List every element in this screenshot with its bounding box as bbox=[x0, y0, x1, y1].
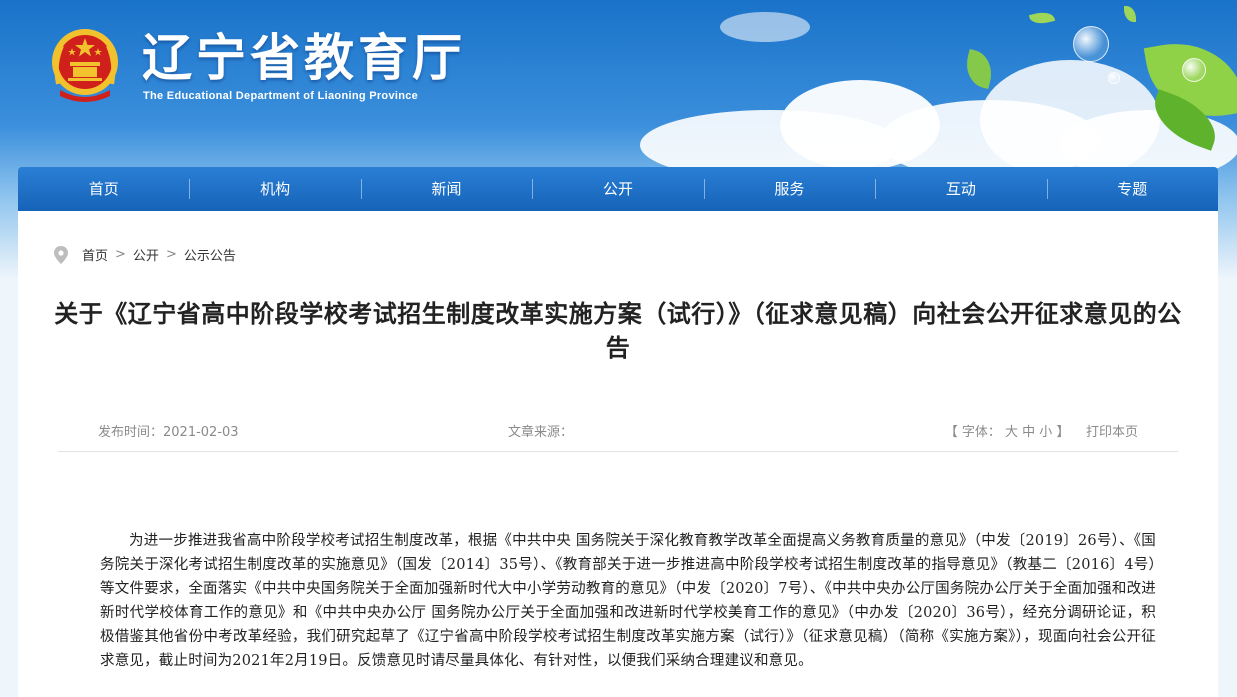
nav-item-news[interactable]: 新闻 bbox=[360, 167, 532, 211]
publish-date: 发布时间：2021-02-03 bbox=[98, 425, 239, 440]
nav-item-public[interactable]: 公开 bbox=[532, 167, 703, 211]
font-medium-button[interactable]: 中 bbox=[1022, 425, 1035, 440]
font-size-label: 【 字体： bbox=[944, 425, 1001, 440]
breadcrumb: 首页 > 公开 > 公示公告 bbox=[54, 245, 236, 264]
location-pin-icon bbox=[54, 245, 68, 264]
breadcrumb-home[interactable]: 首页 bbox=[82, 245, 108, 264]
site-header: 辽宁省教育厅 The Educational Department of Lia… bbox=[0, 0, 1237, 170]
font-large-button[interactable]: 大 bbox=[1005, 425, 1018, 440]
breadcrumb-separator: > bbox=[115, 247, 126, 262]
breadcrumb-public[interactable]: 公开 bbox=[133, 245, 159, 264]
leaf-decoration bbox=[961, 48, 997, 90]
site-subtitle: The Educational Department of Liaoning P… bbox=[143, 90, 419, 102]
print-button[interactable]: 打印本页 bbox=[1086, 425, 1138, 440]
bubble-decoration bbox=[1073, 26, 1109, 62]
article-source: 文章来源： bbox=[508, 425, 574, 440]
article-body: 为进一步推进我省高中阶段学校考试招生制度改革，根据《中共中央 国务院关于深化教育… bbox=[100, 533, 1156, 669]
main-nav: 首页 机构 新闻 公开 服务 互动 专题 bbox=[18, 167, 1218, 211]
bubble-decoration bbox=[1108, 72, 1120, 84]
national-emblem-icon bbox=[52, 29, 118, 102]
breadcrumb-announcements[interactable]: 公示公告 bbox=[184, 245, 236, 264]
divider bbox=[58, 451, 1178, 452]
cloud-decoration bbox=[720, 12, 810, 42]
leaf-decoration bbox=[1124, 6, 1136, 22]
article-tools: 【 字体： 大 中 小 】 打印本页 bbox=[945, 421, 1138, 440]
nav-item-organization[interactable]: 机构 bbox=[189, 167, 360, 211]
site-title: 辽宁省教育厅 bbox=[142, 29, 466, 87]
leaf-decoration bbox=[1028, 9, 1056, 27]
content-panel: 首页 > 公开 > 公示公告 关于《辽宁省高中阶段学校考试招生制度改革实施方案（… bbox=[18, 211, 1218, 697]
bubble-decoration bbox=[1182, 58, 1206, 82]
nav-item-topics[interactable]: 专题 bbox=[1046, 167, 1218, 211]
article-title: 关于《辽宁省高中阶段学校考试招生制度改革实施方案（试行）》（征求意见稿）向社会公… bbox=[54, 300, 1182, 362]
nav-item-service[interactable]: 服务 bbox=[703, 167, 875, 211]
nav-item-home[interactable]: 首页 bbox=[18, 167, 189, 211]
font-small-button[interactable]: 小 bbox=[1039, 425, 1052, 440]
breadcrumb-separator: > bbox=[165, 247, 177, 262]
nav-item-interaction[interactable]: 互动 bbox=[875, 167, 1046, 211]
font-size-label-close: 】 bbox=[1056, 425, 1070, 440]
